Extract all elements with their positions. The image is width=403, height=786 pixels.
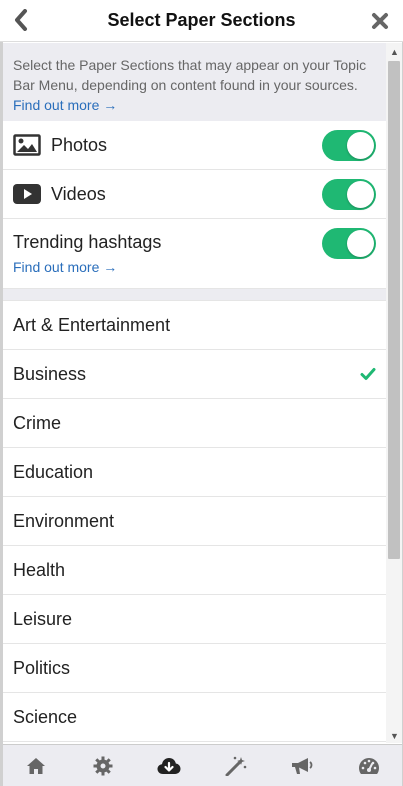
nav-dashboard-button[interactable] (349, 751, 389, 781)
section-label: Science (13, 706, 78, 727)
section-label: Education (13, 461, 94, 482)
dashboard-icon (358, 757, 379, 774)
close-icon (372, 13, 388, 29)
nav-announce-button[interactable] (282, 751, 322, 781)
scrollbar-thumb[interactable] (388, 61, 400, 559)
section-item-crime[interactable]: Crime (3, 399, 386, 448)
scroll-down-arrow-icon[interactable]: ▼ (390, 731, 399, 741)
checkmark-icon (360, 368, 376, 380)
play-icon (13, 183, 41, 205)
home-icon (27, 757, 46, 774)
image-icon (13, 134, 41, 156)
toggle-row-videos: Videos (3, 170, 386, 219)
cloud-download-icon (157, 757, 181, 774)
trending-toggle[interactable] (322, 228, 376, 259)
section-item-education[interactable]: Education (3, 448, 386, 497)
section-label: Environment (13, 510, 115, 531)
gear-icon (93, 756, 113, 775)
section-item-leisure[interactable]: Leisure (3, 595, 386, 644)
toggle-knob (347, 132, 374, 159)
section-item-science[interactable]: Science (3, 693, 386, 742)
section-label: Business (13, 363, 87, 384)
nav-home-button[interactable] (16, 751, 56, 781)
videos-toggle[interactable] (322, 179, 376, 210)
section-label: Crime (13, 412, 61, 433)
photos-toggle[interactable] (322, 130, 376, 161)
megaphone-icon (292, 757, 313, 774)
section-item-politics[interactable]: Politics (3, 644, 386, 693)
scrollbar[interactable]: ▲ ▼ (386, 43, 402, 743)
header: Select Paper Sections (0, 0, 403, 42)
section-item-health[interactable]: Health (3, 546, 386, 595)
section-label: Health (13, 559, 66, 580)
section-item-business[interactable]: Business (3, 350, 386, 399)
trending-find-out-more-link[interactable]: Find out more → (13, 259, 117, 275)
settings-list[interactable]: Select the Paper Sections that may appea… (3, 43, 386, 743)
nav-settings-button[interactable] (83, 751, 123, 781)
section-item-art-entertainment[interactable]: Art & Entertainment (3, 301, 386, 350)
scroll-up-arrow-icon[interactable]: ▲ (390, 47, 399, 57)
toggle-knob (347, 230, 374, 257)
section-divider (3, 289, 386, 301)
section-label: Leisure (13, 608, 73, 629)
bottom-nav (3, 744, 402, 786)
toggle-row-trending: Trending hashtags Find out more → (3, 219, 386, 289)
toggle-knob (347, 181, 374, 208)
nav-download-button[interactable] (149, 751, 189, 781)
toggle-row-photos: Photos (3, 121, 386, 170)
section-label: Politics (13, 657, 71, 678)
toggle-label: Videos (51, 183, 106, 204)
find-out-more-link[interactable]: Find out more → (13, 95, 376, 115)
toggle-label: Trending hashtags (13, 232, 162, 252)
section-item-environment[interactable]: Environment (3, 497, 386, 546)
intro-panel: Select the Paper Sections that may appea… (3, 43, 386, 121)
nav-magic-button[interactable] (216, 751, 256, 781)
intro-text: Select the Paper Sections that may appea… (13, 57, 367, 93)
toggle-label: Photos (51, 134, 108, 155)
section-label: Art & Entertainment (13, 314, 171, 335)
close-button[interactable] (367, 8, 393, 34)
page-title: Select Paper Sections (107, 10, 296, 30)
magic-wand-icon (225, 756, 247, 776)
